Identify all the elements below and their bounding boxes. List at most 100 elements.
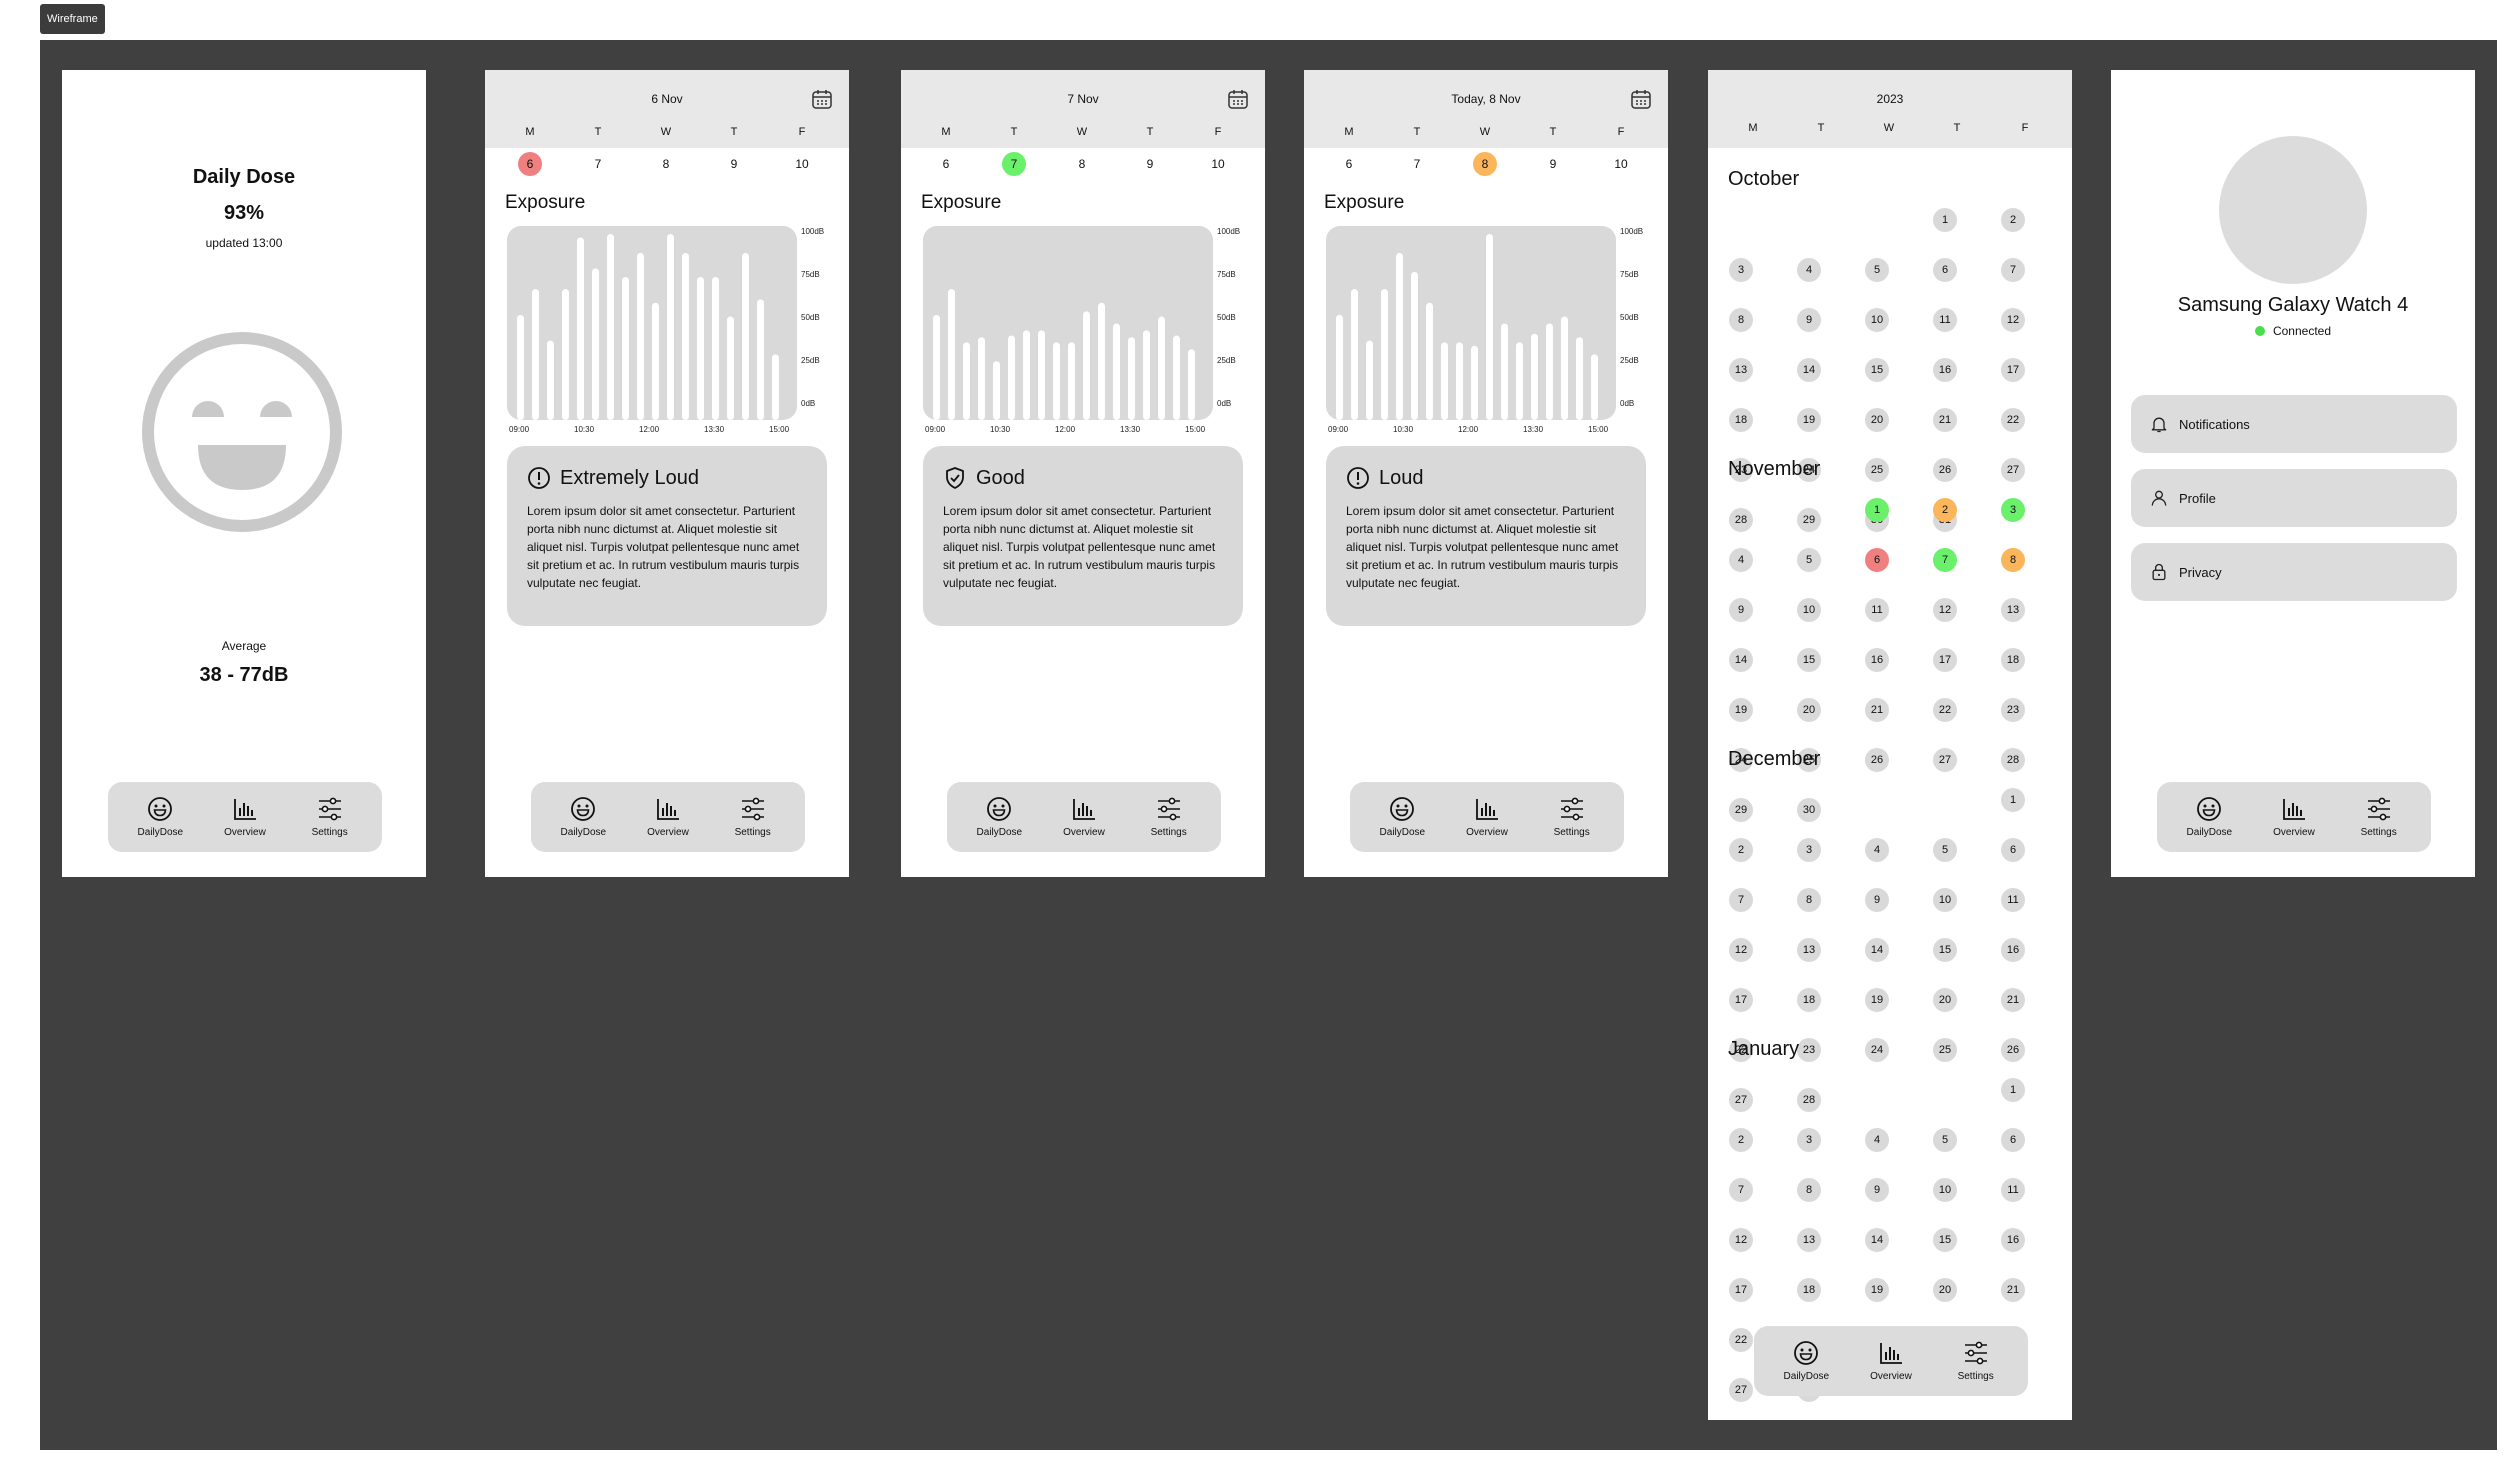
week-day[interactable]: 8 bbox=[632, 152, 700, 176]
calendar-day[interactable]: 18 bbox=[1729, 408, 1753, 432]
calendar-day[interactable]: 1 bbox=[1865, 498, 1889, 522]
calendar-day[interactable]: 21 bbox=[2001, 1278, 2025, 1302]
nav-overview[interactable]: Overview bbox=[2254, 796, 2334, 838]
calendar-day[interactable]: 3 bbox=[1729, 258, 1753, 282]
calendar-day[interactable]: 15 bbox=[1865, 358, 1889, 382]
calendar-day[interactable]: 8 bbox=[2001, 548, 2025, 572]
calendar-day[interactable]: 5 bbox=[1933, 838, 1957, 862]
calendar-day[interactable]: 3 bbox=[1797, 1128, 1821, 1152]
selected-day[interactable]: 6 bbox=[496, 152, 564, 176]
calendar-day[interactable]: 22 bbox=[1933, 698, 1957, 722]
calendar-day[interactable]: 23 bbox=[2001, 698, 2025, 722]
calendar-day[interactable]: 13 bbox=[1797, 1228, 1821, 1252]
calendar-day[interactable]: 11 bbox=[1933, 308, 1957, 332]
calendar-day[interactable]: 9 bbox=[1797, 308, 1821, 332]
calendar-day[interactable]: 17 bbox=[1729, 1278, 1753, 1302]
calendar-day[interactable]: 4 bbox=[1797, 258, 1821, 282]
calendar-day[interactable]: 3 bbox=[1797, 838, 1821, 862]
week-day[interactable]: 10 bbox=[1587, 152, 1655, 176]
calendar-day[interactable]: 22 bbox=[2001, 408, 2025, 432]
calendar-day[interactable]: 16 bbox=[2001, 938, 2025, 962]
nav-settings[interactable]: Settings bbox=[1532, 796, 1612, 838]
calendar-day[interactable]: 8 bbox=[1797, 888, 1821, 912]
calendar-day[interactable]: 12 bbox=[1933, 598, 1957, 622]
week-day[interactable]: 9 bbox=[1519, 152, 1587, 176]
calendar-day[interactable]: 21 bbox=[1865, 698, 1889, 722]
calendar-day[interactable]: 9 bbox=[1865, 888, 1889, 912]
calendar-day[interactable]: 19 bbox=[1797, 408, 1821, 432]
calendar-day[interactable]: 8 bbox=[1797, 1178, 1821, 1202]
calendar-day[interactable]: 11 bbox=[2001, 888, 2025, 912]
week-day[interactable]: 10 bbox=[1184, 152, 1252, 176]
calendar-day[interactable]: 2 bbox=[1729, 1128, 1753, 1152]
nav-settings[interactable]: Settings bbox=[1936, 1340, 2016, 1382]
calendar-day[interactable]: 18 bbox=[1797, 1278, 1821, 1302]
nav-settings[interactable]: Settings bbox=[1129, 796, 1209, 838]
calendar-day[interactable]: 15 bbox=[1797, 648, 1821, 672]
calendar-day[interactable]: 7 bbox=[1729, 888, 1753, 912]
calendar-day[interactable]: 5 bbox=[1797, 548, 1821, 572]
calendar-day[interactable]: 21 bbox=[2001, 988, 2025, 1012]
calendar-day[interactable]: 11 bbox=[2001, 1178, 2025, 1202]
calendar-day[interactable]: 28 bbox=[1729, 508, 1753, 532]
calendar-day[interactable]: 20 bbox=[1933, 1278, 1957, 1302]
calendar-day[interactable]: 13 bbox=[1729, 358, 1753, 382]
calendar-day[interactable]: 28 bbox=[2001, 748, 2025, 772]
calendar-day[interactable]: 14 bbox=[1729, 648, 1753, 672]
calendar-day[interactable]: 20 bbox=[1797, 698, 1821, 722]
week-day[interactable]: 7 bbox=[1383, 152, 1451, 176]
week-day[interactable]: 6 bbox=[912, 152, 980, 176]
week-day[interactable]: 9 bbox=[700, 152, 768, 176]
calendar-day[interactable]: 13 bbox=[2001, 598, 2025, 622]
calendar-day[interactable]: 27 bbox=[1729, 1378, 1753, 1402]
calendar-day[interactable]: 5 bbox=[1933, 1128, 1957, 1152]
calendar-day[interactable]: 2 bbox=[1729, 838, 1753, 862]
calendar-day[interactable]: 9 bbox=[1729, 598, 1753, 622]
calendar-day[interactable]: 21 bbox=[1933, 408, 1957, 432]
calendar-day[interactable]: 12 bbox=[1729, 1228, 1753, 1252]
week-day[interactable]: 6 bbox=[1315, 152, 1383, 176]
calendar-day[interactable]: 11 bbox=[1865, 598, 1889, 622]
calendar-day[interactable]: 6 bbox=[2001, 1128, 2025, 1152]
calendar-day[interactable]: 17 bbox=[1729, 988, 1753, 1012]
nav-overview[interactable]: Overview bbox=[1447, 796, 1527, 838]
calendar-day[interactable]: 30 bbox=[1797, 798, 1821, 822]
calendar-day[interactable]: 5 bbox=[1865, 258, 1889, 282]
calendar-day[interactable]: 27 bbox=[1933, 748, 1957, 772]
calendar-day[interactable]: 18 bbox=[1797, 988, 1821, 1012]
calendar-day[interactable]: 16 bbox=[1933, 358, 1957, 382]
nav-dailydose[interactable]: DailyDose bbox=[120, 796, 200, 838]
nav-overview[interactable]: Overview bbox=[628, 796, 708, 838]
calendar-day[interactable]: 10 bbox=[1933, 888, 1957, 912]
calendar-day[interactable]: 18 bbox=[2001, 648, 2025, 672]
calendar-day[interactable]: 6 bbox=[2001, 838, 2025, 862]
calendar-day[interactable]: 4 bbox=[1729, 548, 1753, 572]
nav-overview[interactable]: Overview bbox=[1044, 796, 1124, 838]
nav-dailydose[interactable]: DailyDose bbox=[1766, 1340, 1846, 1382]
selected-day[interactable]: 7 bbox=[980, 152, 1048, 176]
calendar-day[interactable]: 10 bbox=[1865, 308, 1889, 332]
calendar-day[interactable]: 2 bbox=[1933, 498, 1957, 522]
calendar-day[interactable]: 12 bbox=[2001, 308, 2025, 332]
nav-dailydose[interactable]: DailyDose bbox=[959, 796, 1039, 838]
calendar-icon[interactable] bbox=[811, 88, 833, 110]
nav-settings[interactable]: Settings bbox=[290, 796, 370, 838]
calendar-day[interactable]: 4 bbox=[1865, 838, 1889, 862]
calendar-day[interactable]: 26 bbox=[2001, 1038, 2025, 1062]
calendar-day[interactable]: 27 bbox=[2001, 458, 2025, 482]
calendar-day[interactable]: 8 bbox=[1729, 308, 1753, 332]
calendar-day[interactable]: 23 bbox=[1797, 1038, 1821, 1062]
nav-settings[interactable]: Settings bbox=[2339, 796, 2419, 838]
calendar-day[interactable]: 25 bbox=[1933, 1038, 1957, 1062]
calendar-day[interactable]: 17 bbox=[2001, 358, 2025, 382]
calendar-day[interactable]: 3 bbox=[2001, 498, 2025, 522]
nav-overview[interactable]: Overview bbox=[205, 796, 285, 838]
calendar-day[interactable]: 1 bbox=[2001, 1078, 2025, 1102]
calendar-day[interactable]: 29 bbox=[1797, 508, 1821, 532]
week-day[interactable]: 7 bbox=[564, 152, 632, 176]
profile-button[interactable]: Profile bbox=[2131, 469, 2457, 527]
nav-dailydose[interactable]: DailyDose bbox=[543, 796, 623, 838]
calendar-day[interactable]: 25 bbox=[1865, 458, 1889, 482]
calendar-day[interactable]: 19 bbox=[1865, 1278, 1889, 1302]
calendar-day[interactable]: 6 bbox=[1933, 258, 1957, 282]
